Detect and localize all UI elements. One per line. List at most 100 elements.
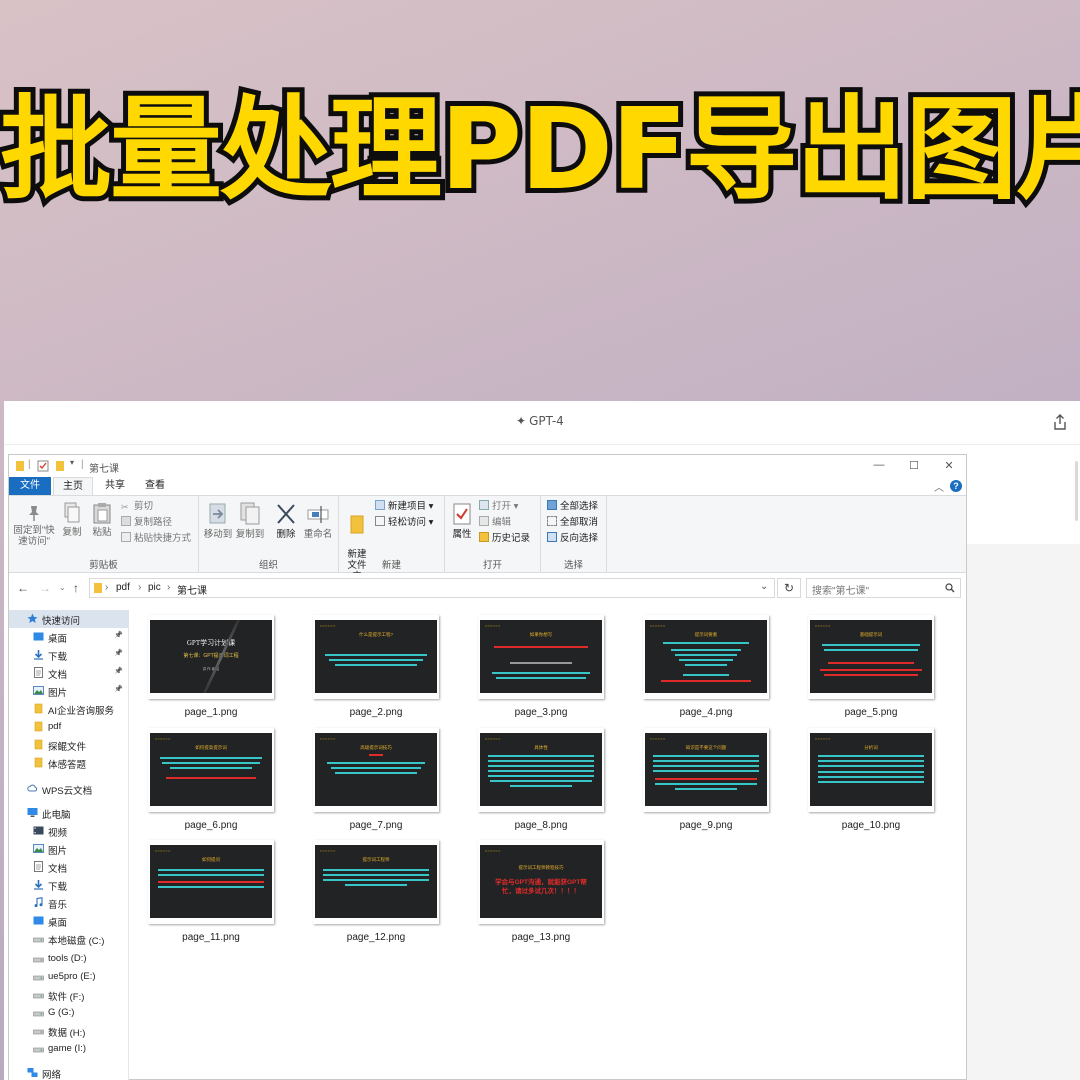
file-item[interactable]: ━ ━ ━ ━ ━ ━ 提示词要素 page_4.png — [643, 615, 769, 720]
paste-shortcut-button[interactable]: 粘贴快捷方式 — [121, 532, 191, 546]
sidebar-item-label: 网络 — [42, 1070, 62, 1080]
recent-locations-chevron-icon[interactable]: ⌄ — [59, 583, 66, 592]
new-folder-icon[interactable] — [55, 459, 65, 473]
file-item[interactable]: ━ ━ ━ ━ ━ ━ 如果你想写 page_3.png — [478, 615, 604, 720]
file-name: page_5.png — [844, 707, 898, 718]
file-item[interactable]: ━ ━ ━ ━ ━ ━ 什么是提示工程? page_2.png — [313, 615, 439, 720]
copy-button[interactable]: 复制 — [59, 502, 85, 538]
back-arrow-icon[interactable]: ← — [17, 581, 29, 595]
rename-button[interactable]: 重命名 — [303, 502, 333, 540]
file-item[interactable]: ━ ━ ━ ━ ━ ━ 分析词 page_10.png — [808, 728, 934, 833]
file-item[interactable]: ━ ━ ━ ━ ━ ━ 具体性 page_8.png — [478, 728, 604, 833]
history-button[interactable]: 历史记录 — [479, 532, 530, 546]
sidebar-item[interactable]: G (G:) — [9, 1004, 129, 1022]
tab-file[interactable]: 文件 — [9, 477, 51, 495]
file-item[interactable]: ━ ━ ━ ━ ━ ━ 如何提问 page_11.png — [148, 840, 274, 945]
copy-path-button[interactable]: 复制路径 — [121, 516, 172, 530]
pin-quick-access-button[interactable]: 固定到"快速访问" — [13, 504, 55, 547]
file-item[interactable]: ━ ━ ━ ━ ━ ━ 提示词工程师 page_12.png — [313, 840, 439, 945]
file-name: page_12.png — [346, 932, 406, 943]
tab-home[interactable]: 主页 — [53, 477, 93, 495]
customize-quick-access-icon[interactable]: ▾ — [70, 458, 74, 472]
sidebar-item[interactable]: 体感答题 — [9, 754, 129, 772]
tab-share[interactable]: 共享 — [95, 477, 135, 495]
close-button[interactable]: ✕ — [934, 459, 964, 472]
sidebar-item[interactable]: 图片 — [9, 840, 129, 858]
cut-button[interactable]: ✂ 剪切 — [121, 500, 153, 514]
window-title: 第七课 — [89, 464, 119, 475]
properties-button[interactable]: 属性 — [449, 502, 475, 540]
sidebar-item[interactable]: AI企业咨询服务 — [9, 700, 129, 718]
app-topbar: ✦ GPT-4 — [4, 401, 1080, 445]
select-none-button[interactable]: 全部取消 — [547, 516, 598, 530]
sidebar-item[interactable]: game (I:) — [9, 1040, 129, 1058]
slide-header-mark: ━ ━ ━ ━ ━ ━ — [815, 737, 831, 741]
tab-view[interactable]: 查看 — [135, 477, 175, 495]
share-icon[interactable] — [1052, 413, 1068, 431]
file-item[interactable]: GPT学习计划课 第七课：GPT提示词工程讲 作 者 名 page_1.png — [148, 615, 274, 720]
sidebar-item[interactable]: pdf — [9, 718, 129, 736]
pin-icon[interactable]: 📌 — [114, 685, 123, 693]
slide-text-line — [325, 654, 427, 656]
minimize-button[interactable]: — — [864, 459, 894, 471]
sidebar-item[interactable]: 桌面 📌 — [9, 628, 129, 646]
sidebar-item[interactable]: 文档 📌 — [9, 664, 129, 682]
slide-text-line — [683, 674, 729, 676]
breadcrumb-pdf[interactable]: pdf — [116, 582, 130, 593]
model-selector[interactable]: ✦ GPT-4 — [516, 414, 564, 428]
sidebar-item[interactable]: 网络 — [9, 1064, 129, 1080]
file-item[interactable]: ━ ━ ━ ━ ━ ━ 高级提示词技巧 page_7.png — [313, 728, 439, 833]
copy-to-button[interactable]: 复制到 — [235, 502, 265, 540]
edit-button[interactable]: 编辑 — [479, 516, 511, 530]
sidebar-item[interactable]: 探鲲文件 — [9, 736, 129, 754]
sidebar-item[interactable]: 数据 (H:) — [9, 1022, 129, 1040]
up-arrow-icon[interactable]: ↑ — [73, 581, 79, 595]
sidebar-item[interactable]: ue5pro (E:) — [9, 968, 129, 986]
sidebar-item[interactable]: 文档 — [9, 858, 129, 876]
app-scrollbar[interactable] — [1075, 461, 1078, 521]
sidebar-item[interactable]: 下载 — [9, 876, 129, 894]
forward-arrow-icon[interactable]: → — [39, 581, 51, 595]
breadcrumb-pic[interactable]: pic — [148, 582, 161, 593]
sidebar-item[interactable]: 下载 📌 — [9, 646, 129, 664]
file-item[interactable]: ━ ━ ━ ━ ━ ━ 提示词工程师教程技巧 学会与GPT沟通，就能获GPT帮忙，请… — [478, 840, 604, 945]
collapse-ribbon-icon[interactable]: ︿ — [934, 479, 944, 494]
sidebar-item[interactable]: 软件 (F:) — [9, 986, 129, 1004]
sidebar-item[interactable]: 快速访问 — [9, 610, 129, 628]
file-item[interactable]: ━ ━ ━ ━ ━ ━ 知识是不要这个问题 page_9.png — [643, 728, 769, 833]
file-item[interactable]: ━ ━ ━ ━ ━ ━ 基础提示词 page_5.png — [808, 615, 934, 720]
open-button[interactable]: 打开 ▾ — [479, 500, 518, 514]
address-bar[interactable]: › pdf › pic › 第七课 ⌄ — [89, 578, 775, 598]
sidebar-item[interactable]: 此电脑 — [9, 804, 129, 822]
ribbon-group-organize: 移动到 复制到 删除 重命名 组织 — [199, 496, 339, 574]
sidebar-item[interactable]: WPS云文档 — [9, 780, 129, 798]
select-all-button[interactable]: 全部选择 — [547, 500, 598, 514]
sidebar-item[interactable]: 视频 — [9, 822, 129, 840]
invert-selection-button[interactable]: 反向选择 — [547, 532, 598, 546]
properties-check-icon[interactable] — [37, 459, 49, 473]
slide-title: 什么是提示工程? — [358, 632, 393, 637]
paste-button[interactable]: 粘贴 — [89, 502, 115, 538]
help-icon[interactable]: ? — [950, 480, 962, 492]
delete-button[interactable]: 删除 — [273, 502, 299, 540]
desktop-icon — [33, 915, 44, 926]
slide-text-line — [158, 869, 264, 871]
maximize-button[interactable]: ☐ — [899, 459, 929, 472]
pin-icon[interactable]: 📌 — [114, 631, 123, 639]
sidebar-item[interactable]: 本地磁盘 (C:) — [9, 930, 129, 948]
address-history-chevron-icon[interactable]: ⌄ — [760, 581, 768, 592]
easy-access-button[interactable]: 轻松访问 ▾ — [375, 516, 433, 530]
download-icon — [33, 649, 44, 660]
breadcrumb-current[interactable]: 第七课 — [177, 582, 207, 597]
move-to-button[interactable]: 移动到 — [203, 502, 233, 540]
sidebar-item[interactable]: 桌面 — [9, 912, 129, 930]
sidebar-item[interactable]: tools (D:) — [9, 950, 129, 968]
sidebar-item[interactable]: 音乐 — [9, 894, 129, 912]
file-item[interactable]: ━ ━ ━ ━ ━ ━ 如何提高提示词 page_6.png — [148, 728, 274, 833]
sidebar-item[interactable]: 图片 📌 — [9, 682, 129, 700]
pin-icon[interactable]: 📌 — [114, 649, 123, 657]
refresh-button[interactable]: ↻ — [777, 578, 801, 598]
search-input[interactable]: 搜索"第七课" — [806, 578, 961, 598]
new-item-button[interactable]: 新建项目 ▾ — [375, 500, 433, 514]
pin-icon[interactable]: 📌 — [114, 667, 123, 675]
